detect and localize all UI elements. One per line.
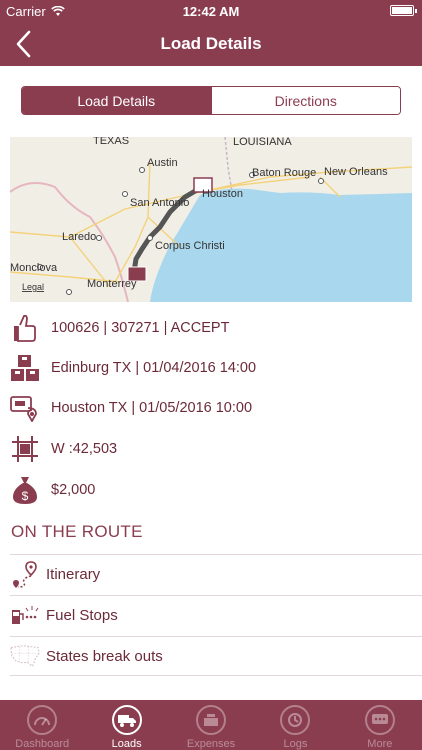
- tab-dashboard[interactable]: Dashboard: [0, 700, 84, 750]
- map-label-houston: Houston: [202, 188, 243, 200]
- pickup-text: Edinburg TX | 01/04/2016 14:00: [51, 360, 257, 376]
- itinerary-label: Itinerary: [46, 566, 101, 583]
- segment-directions[interactable]: Directions: [210, 87, 400, 114]
- weight-row: W :42,503: [10, 431, 410, 467]
- svg-text:$: $: [22, 489, 29, 503]
- states-break-outs-label: States break outs: [46, 647, 163, 665]
- fuel-pump-icon: [10, 601, 40, 631]
- tab-loads[interactable]: Loads: [84, 700, 168, 750]
- map-label-baton-rouge: Baton Rouge: [252, 167, 316, 179]
- route-map[interactable]: TEXAS LOUISIANA Austin Baton Rouge New O…: [10, 137, 412, 302]
- speedometer-icon: [27, 705, 58, 735]
- rate-row: $ $2,000: [10, 472, 410, 508]
- segmented-control: Load Details Directions: [21, 86, 401, 115]
- map-label-laredo: Laredo: [62, 231, 96, 243]
- tab-loads-label: Loads: [111, 738, 142, 750]
- money-bag-icon: $: [10, 474, 40, 506]
- map-label-new-orleans: New Orleans: [324, 166, 388, 178]
- status-bar: Carrier 12:42 AM: [0, 0, 422, 22]
- tab-bar: Dashboard Loads Expenses Logs More: [0, 700, 422, 750]
- page-title: Load Details: [160, 34, 262, 53]
- rate-text: $2,000: [51, 482, 96, 498]
- truck-icon: [111, 705, 142, 735]
- load-reference-row: 100626 | 307271 | ACCEPT: [10, 310, 410, 346]
- log-icon: [280, 705, 311, 735]
- route-pin-icon: [10, 560, 40, 590]
- map-label-louisiana: LOUISIANA: [233, 137, 292, 148]
- route-item-fuel-stops[interactable]: Fuel Stops: [10, 595, 422, 635]
- map-label-san-antonio: San Antonio: [130, 197, 189, 209]
- boxes-icon: [10, 352, 40, 384]
- battery-fill: [392, 7, 412, 14]
- tab-logs-label: Logs: [283, 738, 308, 750]
- pickup-row: Edinburg TX | 01/04/2016 14:00: [10, 350, 410, 386]
- us-map-icon: [10, 641, 40, 671]
- map-label-monterrey: Monterrey: [87, 278, 137, 290]
- delivery-text: Houston TX | 01/05/2016 10:00: [51, 400, 253, 416]
- map-canvas: TEXAS LOUISIANA Austin Baton Rouge New O…: [10, 137, 412, 302]
- map-label-legal: Legal: [22, 282, 44, 292]
- tx-la-border: [224, 137, 233, 193]
- map-label-texas: TEXAS: [93, 137, 129, 147]
- map-label-corpus-christi: Corpus Christi: [155, 240, 225, 252]
- segment-load-details[interactable]: Load Details: [22, 87, 211, 114]
- load-reference-text: 100626 | 307271 | ACCEPT: [51, 320, 230, 336]
- battery-icon: [390, 5, 417, 16]
- route-item-itinerary[interactable]: Itinerary: [10, 554, 422, 594]
- tab-dashboard-label: Dashboard: [15, 738, 70, 750]
- route-item-states-break-outs[interactable]: States break outs: [10, 636, 422, 676]
- fuel-stops-label: Fuel Stops: [46, 607, 118, 624]
- status-time: 12:42 AM: [182, 4, 240, 19]
- weight-grid-icon: [10, 433, 40, 465]
- weight-text: W :42,503: [51, 441, 118, 457]
- map-label-monclova: Monclova: [10, 262, 58, 274]
- delivery-truck-icon: [10, 392, 40, 424]
- delivery-row: Houston TX | 01/05/2016 10:00: [10, 390, 410, 426]
- more-icon: [364, 705, 395, 735]
- thumbs-up-icon: [10, 312, 40, 344]
- tab-more[interactable]: More: [338, 700, 422, 750]
- tab-expenses[interactable]: Expenses: [169, 700, 253, 750]
- map-label-austin: Austin: [147, 157, 178, 169]
- on-the-route-header: ON THE ROUTE: [11, 522, 143, 541]
- tab-expenses-label: Expenses: [186, 738, 236, 750]
- tab-more-label: More: [367, 738, 393, 750]
- tab-logs[interactable]: Logs: [253, 700, 337, 750]
- navigation-bar: Load Details: [0, 22, 422, 66]
- cash-register-icon: [196, 705, 227, 735]
